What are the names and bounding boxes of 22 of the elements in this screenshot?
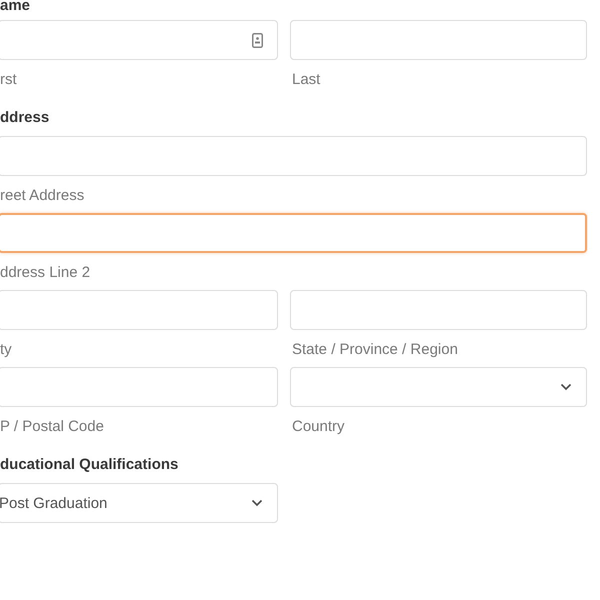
dropdown-select[interactable] — [290, 367, 587, 407]
field-caption: State / Province / Region — [292, 342, 459, 358]
field-caption: P / Postal Code — [0, 419, 105, 435]
field-caption: ty — [0, 342, 13, 358]
text-input-field[interactable] — [0, 136, 587, 176]
text-input-field[interactable] — [0, 290, 278, 330]
text-input-field[interactable] — [290, 290, 587, 330]
field-caption: Last — [292, 72, 322, 88]
section-heading: ame — [0, 0, 32, 14]
text-input-field[interactable] — [0, 213, 587, 253]
text-input-field[interactable] — [0, 20, 278, 60]
field-caption: rst — [0, 72, 18, 88]
text-input-field[interactable] — [290, 20, 587, 60]
field-caption: reet Address — [0, 188, 86, 204]
chevron-down-icon — [251, 499, 263, 507]
field-caption: ddress Line 2 — [0, 265, 92, 281]
dropdown-select[interactable]: Post Graduation — [0, 483, 278, 523]
field-caption: Country — [292, 419, 346, 435]
chevron-down-icon — [560, 383, 572, 391]
section-heading: ddress — [0, 110, 50, 126]
section-heading: ducational Qualifications — [0, 457, 180, 473]
text-input-field[interactable] — [0, 367, 278, 407]
